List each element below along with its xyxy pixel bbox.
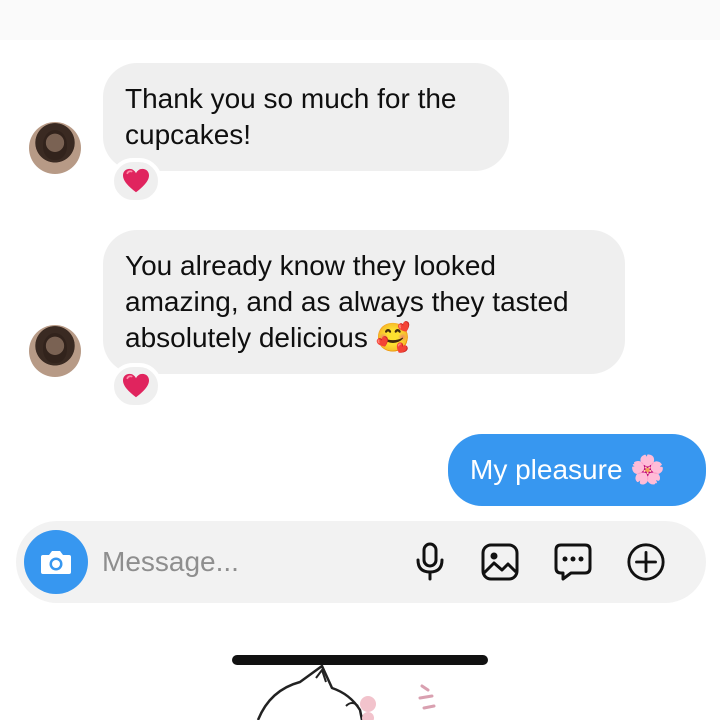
plus-circle-icon <box>627 543 665 581</box>
more-options-button[interactable] <box>626 542 666 582</box>
gallery-button[interactable] <box>480 542 520 582</box>
incoming-message-bubble[interactable]: Thank you so much for the cupcakes! <box>103 63 509 171</box>
voice-message-button[interactable] <box>410 542 450 582</box>
outgoing-message-bubble[interactable]: My pleasure 🌸 <box>448 434 706 506</box>
reaction-badge[interactable] <box>110 158 162 204</box>
camera-icon <box>41 551 71 574</box>
microphone-icon <box>416 542 444 581</box>
sticker-chat-icon <box>554 543 592 581</box>
sender-avatar[interactable] <box>29 325 81 377</box>
incoming-message-bubble[interactable]: You already know they looked amazing, an… <box>103 230 625 374</box>
message-text: My pleasure 🌸 <box>470 454 666 485</box>
top-bar-background <box>0 0 720 40</box>
camera-button[interactable] <box>24 530 88 594</box>
heart-reaction-icon <box>123 373 149 398</box>
reaction-badge[interactable] <box>110 363 162 409</box>
message-input[interactable] <box>102 541 402 583</box>
message-composer <box>16 521 706 603</box>
message-text: Thank you so much for the cupcakes! <box>125 83 457 150</box>
heart-reaction-icon <box>123 168 149 193</box>
sender-avatar[interactable] <box>29 122 81 174</box>
image-icon <box>481 543 519 581</box>
message-text: You already know they looked amazing, an… <box>125 250 569 353</box>
sticker-button[interactable] <box>553 542 593 582</box>
cat-sticker-illustration <box>256 664 436 720</box>
